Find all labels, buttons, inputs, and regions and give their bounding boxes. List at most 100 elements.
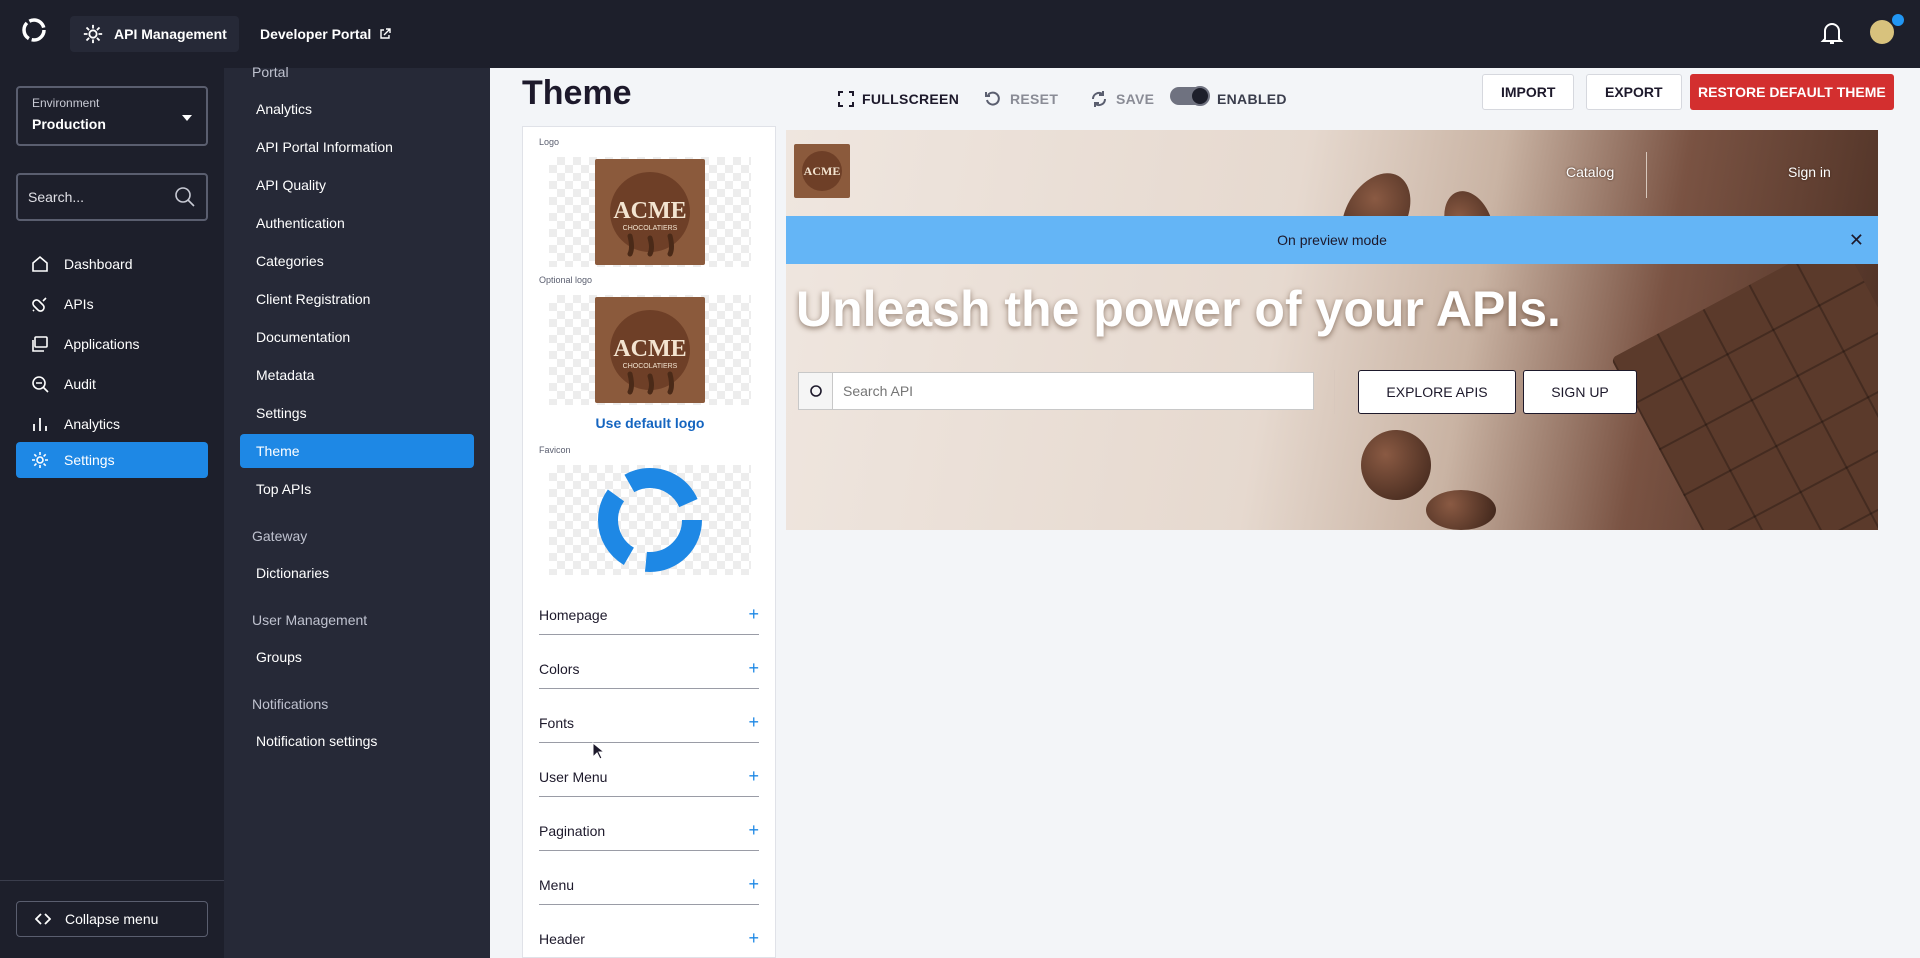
search-icon[interactable] [174,186,196,208]
collapse-menu-button[interactable]: Collapse menu [16,901,208,937]
nav-item-audit[interactable]: Audit [16,366,208,402]
subnav-item-theme[interactable]: Theme [240,434,474,468]
analytics-icon [33,418,47,431]
gravitee-logo-icon[interactable] [20,16,48,44]
fullscreen-button[interactable]: FULLSCREEN [838,84,959,114]
accordion-pagination[interactable]: Pagination + [539,811,759,851]
preview-mode-banner: On preview mode [786,216,1878,264]
close-icon[interactable]: ✕ [1849,230,1864,251]
search-box [16,173,208,221]
plus-icon: + [748,928,759,948]
nav-item-settings[interactable]: Settings [16,442,208,478]
subnav-item-authentication[interactable]: Authentication [240,206,474,240]
search-input[interactable] [28,189,168,205]
nav-item-label: Settings [64,452,115,468]
search-icon[interactable] [799,373,833,409]
svg-text:ACME: ACME [804,164,841,178]
save-button[interactable]: SAVE [1090,84,1154,114]
environment-select[interactable]: Environment Production [16,86,208,146]
chocolate-piece-decoration [1426,490,1496,530]
use-default-logo-link[interactable]: Use default logo [523,415,775,431]
developer-portal-label: Developer Portal [260,26,372,42]
section-title-portal: Portal [252,64,289,80]
svg-text:CHOCOLATIERS: CHOCOLATIERS [623,363,678,370]
subnav-item-notification-settings[interactable]: Notification settings [240,724,474,758]
subnav-item-categories[interactable]: Categories [240,244,474,278]
subnav-item-groups[interactable]: Groups [240,640,474,674]
subnav-item-documentation[interactable]: Documentation [240,320,474,354]
plus-icon: + [748,712,759,732]
explore-apis-button[interactable]: EXPLORE APIS [1358,370,1516,414]
preview-logo[interactable]: ACME [794,144,850,198]
page-title: Theme [522,74,632,112]
accordion-user-menu[interactable]: User Menu + [539,757,759,797]
subnav-item-settings[interactable]: Settings [240,396,474,430]
nav-item-dashboard[interactable]: Dashboard [16,246,208,282]
plus-icon: + [748,658,759,678]
favicon-image [598,468,702,572]
accordion-colors[interactable]: Colors + [539,649,759,689]
accordion-homepage[interactable]: Homepage + [539,595,759,635]
section-title-user-management: User Management [252,612,368,628]
notifications-bell-icon[interactable] [1820,20,1844,46]
preview-nav-catalog[interactable]: Catalog [1566,164,1614,180]
audit-icon [32,376,49,393]
accordion-label: Fonts [539,714,575,731]
environment-label: Environment [32,96,100,110]
logo-upload[interactable]: ACME CHOCOLATIERS [549,157,751,267]
sync-icon [1091,91,1107,107]
favicon-label: Favicon [539,445,571,455]
subnav-item-api-quality[interactable]: API Quality [240,168,474,202]
acme-logo-image: ACME CHOCOLATIERS [595,159,705,265]
mouse-cursor-icon [592,742,604,760]
toggle-knob [1190,86,1210,106]
nav-item-label: Applications [64,336,140,352]
chocolate-ball-decoration [1361,430,1431,500]
accordion-header[interactable]: Header + [539,919,759,957]
subnav-item-metadata[interactable]: Metadata [240,358,474,392]
nav-item-label: Dashboard [64,256,133,272]
plus-icon: + [748,766,759,786]
divider [1646,152,1647,198]
api-icon [32,297,47,312]
fullscreen-icon [838,91,854,107]
api-management-button[interactable]: API Management [70,16,239,52]
subnav-item-analytics[interactable]: Analytics [240,92,474,126]
accordion-label: Header [539,930,585,947]
top-bar: API Management Developer Portal [0,0,1920,68]
developer-portal-link[interactable]: Developer Portal [260,16,391,52]
api-management-label: API Management [114,26,227,42]
nav-item-analytics[interactable]: Analytics [16,406,208,442]
import-button[interactable]: IMPORT [1482,74,1575,110]
nav-item-apis[interactable]: APIs [16,286,208,322]
subnav-item-client-registration[interactable]: Client Registration [240,282,474,316]
export-button[interactable]: EXPORT [1586,74,1682,110]
subnav-item-top-apis[interactable]: Top APIs [240,472,474,506]
applications-icon [32,336,48,352]
subnav-item-api-portal-information[interactable]: API Portal Information [240,130,474,164]
preview-search-input[interactable] [833,383,1293,399]
accordion-fonts[interactable]: Fonts + [539,703,759,743]
accordion-menu[interactable]: Menu + [539,865,759,905]
divider [1334,370,1335,414]
accordion-label: Homepage [539,606,608,623]
favicon-upload[interactable] [549,465,751,575]
nav-item-applications[interactable]: Applications [16,326,208,362]
chocolate-bar-decoration [1610,236,1878,530]
reset-button[interactable]: RESET [984,84,1058,114]
home-icon [32,255,48,272]
caret-down-icon [182,115,192,121]
sign-up-button[interactable]: SIGN UP [1523,370,1637,414]
restore-default-theme-button[interactable]: RESTORE DEFAULT THEME [1690,74,1894,110]
plus-icon: + [748,604,759,624]
external-link-icon [380,28,391,39]
accordion-label: Pagination [539,822,606,839]
optional-logo-upload[interactable]: ACME CHOCOLATIERS [549,295,751,405]
preview-headline: Unleash the power of your APIs. [796,281,1561,337]
section-title-notifications: Notifications [252,696,329,712]
preview-nav-signin[interactable]: Sign in [1788,164,1831,180]
reset-icon [985,91,1000,106]
accordion-label: Colors [539,660,580,677]
theme-settings-panel: Logo ACME CHOCOLATIERS Optional logo ACM… [522,126,776,958]
subnav-item-dictionaries[interactable]: Dictionaries [240,556,474,590]
